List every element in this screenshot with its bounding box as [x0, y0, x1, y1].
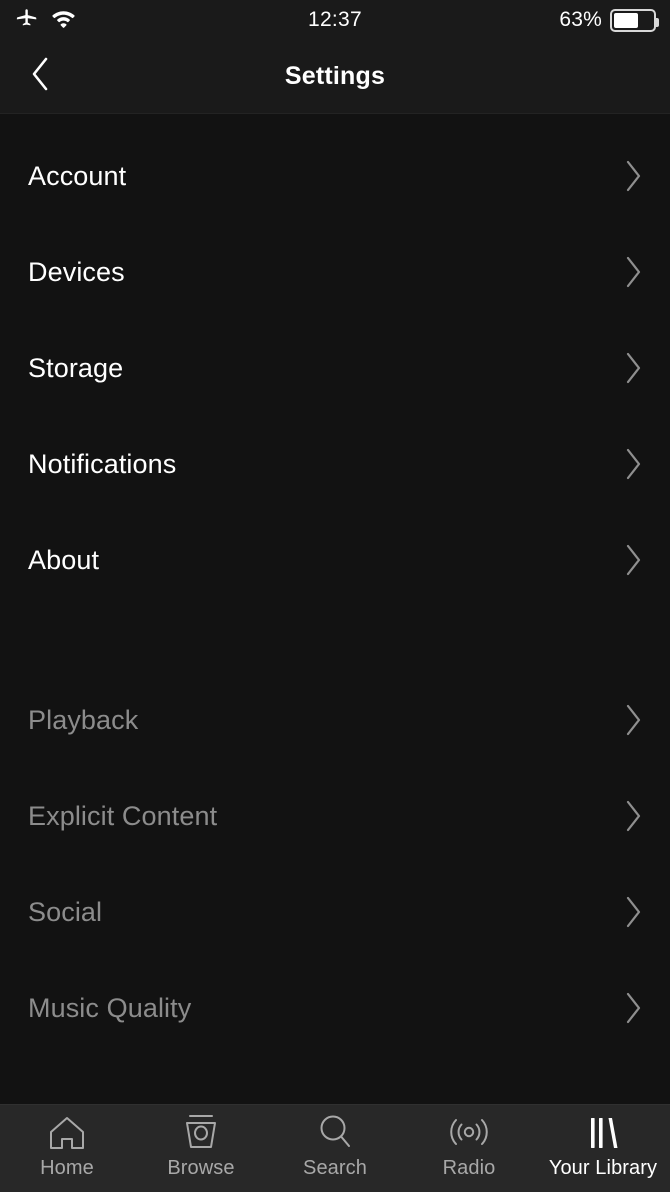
settings-row-label: Playback — [28, 704, 139, 735]
library-icon — [581, 1113, 625, 1153]
status-bar: 12:37 63% — [0, 0, 670, 40]
status-bar-right: 63% — [559, 8, 659, 32]
phone-screen: 12:37 63% Settings Account Devices Storage… — [0, 0, 670, 1192]
tab-home[interactable]: Home — [0, 1105, 134, 1192]
browse-icon — [179, 1113, 223, 1153]
settings-row-storage[interactable]: Storage — [0, 320, 670, 416]
home-icon — [45, 1113, 89, 1153]
tab-label: Radio — [442, 1157, 496, 1179]
chevron-right-icon — [624, 799, 644, 833]
tab-your-library[interactable]: Your Library — [536, 1105, 670, 1192]
battery-percent-label: 63% — [559, 8, 602, 31]
settings-row-music-quality[interactable]: Music Quality — [0, 960, 670, 1056]
battery-fill — [614, 12, 638, 28]
settings-row-label: Storage — [28, 352, 124, 383]
chevron-right-icon — [624, 255, 644, 289]
settings-row-label: Explicit Content — [28, 800, 218, 831]
settings-row-notifications[interactable]: Notifications — [0, 416, 670, 512]
settings-row-label: Notifications — [28, 448, 177, 479]
settings-row-label: About — [28, 544, 100, 575]
bottom-tab-bar: Home Browse Search Radio Your Library — [0, 1104, 670, 1192]
settings-group-secondary: Playback Explicit Content Social Music Qual… — [0, 672, 670, 1056]
page-header: Settings — [0, 40, 670, 114]
tab-search[interactable]: Search — [268, 1105, 402, 1192]
tab-label: Your Library — [548, 1157, 658, 1179]
chevron-left-icon — [29, 55, 51, 98]
settings-group-primary: Account Devices Storage Notifications About — [0, 128, 670, 608]
tab-browse[interactable]: Browse — [134, 1105, 268, 1192]
tab-radio[interactable]: Radio — [402, 1105, 536, 1192]
settings-row-label: Devices — [28, 256, 125, 287]
settings-row-explicit-content[interactable]: Explicit Content — [0, 768, 670, 864]
chevron-right-icon — [624, 351, 644, 385]
settings-row-playback[interactable]: Playback — [0, 672, 670, 768]
settings-row-label: Music Quality — [28, 992, 192, 1023]
tab-label: Home — [40, 1157, 94, 1179]
chevron-right-icon — [624, 543, 644, 577]
back-button[interactable] — [16, 40, 64, 113]
battery-icon — [610, 8, 659, 32]
tab-label: Browse — [167, 1157, 235, 1179]
chevron-right-icon — [624, 447, 644, 481]
page-title: Settings — [284, 62, 386, 90]
settings-row-about[interactable]: About — [0, 512, 670, 608]
radio-icon — [445, 1113, 493, 1153]
settings-row-label: Account — [28, 160, 127, 191]
chevron-right-icon — [624, 703, 644, 737]
settings-row-devices[interactable]: Devices — [0, 224, 670, 320]
chevron-right-icon — [624, 159, 644, 193]
search-icon — [313, 1113, 357, 1153]
chevron-right-icon — [624, 991, 644, 1025]
settings-list: Account Devices Storage Notifications About P… — [0, 114, 670, 1104]
tab-label: Search — [303, 1157, 367, 1179]
settings-row-label: Social — [28, 896, 103, 927]
settings-row-social[interactable]: Social — [0, 864, 670, 960]
chevron-right-icon — [624, 895, 644, 929]
settings-row-account[interactable]: Account — [0, 128, 670, 224]
